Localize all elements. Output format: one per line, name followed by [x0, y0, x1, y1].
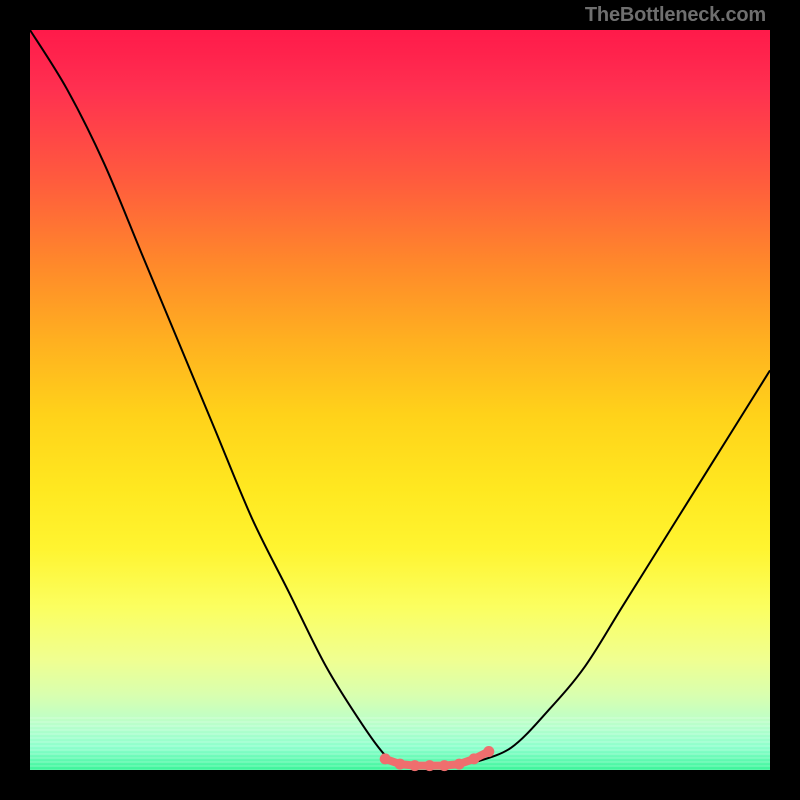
chart-frame: TheBottleneck.com [0, 0, 800, 800]
right-curve [474, 370, 770, 762]
plot-area [30, 30, 770, 770]
left-curve [30, 30, 400, 763]
bottom-marker-band [380, 746, 495, 771]
watermark-text: TheBottleneck.com [585, 4, 766, 27]
curve-layer [30, 30, 770, 770]
